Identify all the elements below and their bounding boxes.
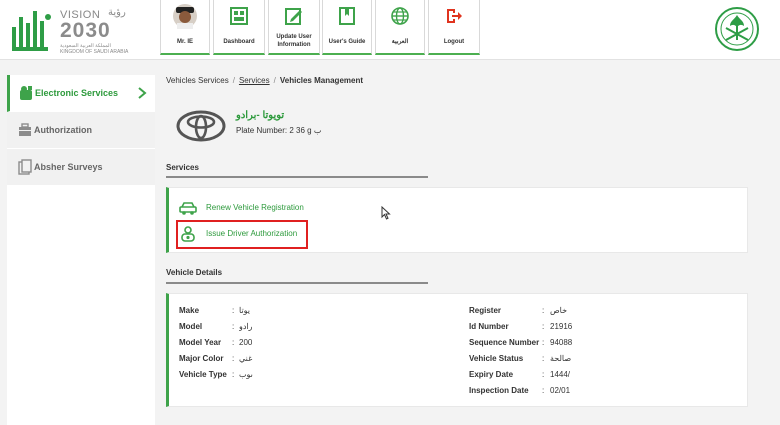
briefcase-icon	[19, 123, 31, 136]
detail-colon: :	[542, 386, 545, 395]
vehicle-name: تويوتا -برادو	[236, 110, 285, 121]
services-divider	[166, 176, 428, 178]
logout-label: Logout	[443, 39, 465, 45]
detail-label-vehicle-type: Vehicle Type	[179, 370, 227, 379]
detail-value-vehicle-type: ىوب	[239, 370, 253, 379]
logout-icon	[447, 9, 462, 23]
sidebar: Electronic Services Authorization Absher…	[7, 75, 155, 425]
detail-value-id-number: 21916	[550, 322, 573, 331]
detail-colon: :	[542, 370, 545, 379]
detail-label-id-number: Id Number	[469, 322, 509, 331]
user-avatar-icon	[173, 4, 197, 29]
guide-book-icon	[339, 7, 355, 25]
detail-value-major-color: غني	[239, 354, 253, 363]
plate-number: Plate Number: 2 36 g ب	[236, 126, 322, 135]
breadcrumb-current: Vehicles Management	[279, 76, 364, 85]
update-user-info-label: Update User Information	[276, 34, 312, 48]
top-header: VISION رؤية 2030 المملكة العربية السعودي…	[0, 0, 780, 60]
detail-value-model: رادو	[239, 322, 253, 331]
vehicle-details-section-title: Vehicle Details	[166, 268, 223, 277]
language-tile[interactable]: العربية	[375, 0, 425, 55]
detail-colon: :	[232, 354, 235, 363]
detail-label-vehicle-status: Vehicle Status	[469, 354, 524, 363]
dashboard-tile[interactable]: Dashboard	[213, 0, 265, 55]
detail-label-inspection-date: Inspection Date	[469, 386, 529, 395]
update-user-info-tile[interactable]: Update User Information	[268, 0, 320, 55]
sidebar-item-authorization[interactable]: Authorization	[7, 112, 155, 149]
vision-calligraphy-icon	[12, 11, 51, 51]
logo-year-text: 2030	[60, 19, 111, 42]
sidebar-item-electronic-services[interactable]: Electronic Services	[7, 75, 155, 112]
dashboard-label: Dashboard	[223, 39, 255, 45]
globe-icon	[391, 7, 409, 25]
vehicle-details-card: Make : يوتا Model : رادو Model Year : 20…	[166, 293, 748, 407]
logout-tile[interactable]: Logout	[428, 0, 480, 55]
sidebar-item-absher-surveys[interactable]: Absher Surveys	[7, 149, 155, 186]
sidebar-item-label: Electronic Services	[35, 88, 119, 98]
services-section-title: Services	[166, 163, 199, 172]
renew-vehicle-registration-link[interactable]: Renew Vehicle Registration	[179, 197, 439, 219]
toyota-logo-icon	[176, 110, 226, 142]
detail-label-model-year: Model Year	[179, 338, 222, 347]
mouse-cursor-icon	[381, 206, 391, 220]
detail-label-major-color: Major Color	[179, 354, 224, 363]
breadcrumb-separator: /	[232, 76, 235, 85]
detail-value-sequence-number: 94088	[550, 338, 573, 347]
breadcrumb: Vehicles Services / Services / Vehicles Mana…	[166, 76, 363, 85]
logo-arabic-text: رؤية	[108, 7, 126, 18]
breadcrumb-separator: /	[273, 76, 276, 85]
service-label: Renew Vehicle Registration	[206, 203, 304, 212]
detail-value-model-year: 200	[239, 338, 253, 347]
highlight-annotation-box	[176, 220, 308, 249]
detail-colon: :	[232, 322, 235, 331]
vision-2030-logo[interactable]: VISION رؤية 2030 المملكة العربية السعودي…	[10, 5, 130, 55]
vehicle-details-divider	[166, 282, 428, 284]
saudi-emblem-icon	[715, 7, 759, 51]
detail-colon: :	[232, 338, 235, 347]
detail-value-vehicle-status: صالحة	[550, 354, 572, 363]
car-icon	[179, 202, 197, 215]
detail-colon: :	[542, 338, 545, 347]
breadcrumb-root[interactable]: Vehicles Services	[166, 76, 229, 85]
sidebar-item-label: Absher Surveys	[34, 162, 103, 172]
survey-icon	[18, 159, 32, 175]
detail-colon: :	[232, 306, 235, 315]
detail-value-make: يوتا	[239, 306, 251, 315]
user-guide-tile[interactable]: User's Guide	[322, 0, 372, 55]
vehicle-header: تويوتا -برادو Plate Number: 2 36 g ب	[176, 104, 476, 144]
breadcrumb-services-link[interactable]: Services	[239, 76, 270, 85]
sidebar-item-label: Authorization	[34, 125, 92, 135]
detail-colon: :	[232, 370, 235, 379]
detail-colon: :	[542, 306, 545, 315]
detail-label-expiry-date: Expiry Date	[469, 370, 514, 379]
detail-label-register: Register	[469, 306, 502, 315]
user-profile-tile[interactable]: Mr. IE	[160, 0, 210, 55]
detail-value-expiry-date: 1444/	[550, 370, 571, 379]
user-name-label: Mr. IE	[176, 39, 193, 45]
dashboard-icon	[230, 7, 248, 25]
electronic-services-icon	[20, 86, 32, 100]
language-label: العربية	[391, 39, 409, 45]
logo-subtitle: المملكة العربية السعودية KINGDOM OF SAUD…	[60, 43, 129, 55]
detail-label-model: Model	[179, 322, 203, 331]
detail-value-register: خاص	[550, 306, 568, 315]
user-guide-label: User's Guide	[328, 39, 366, 45]
chevron-right-icon	[138, 87, 147, 99]
detail-label-sequence-number: Sequence Number	[469, 338, 540, 347]
detail-colon: :	[542, 354, 545, 363]
edit-icon	[285, 8, 302, 25]
detail-label-make: Make	[179, 306, 200, 315]
detail-colon: :	[542, 322, 545, 331]
detail-value-inspection-date: 02/01	[550, 386, 571, 395]
